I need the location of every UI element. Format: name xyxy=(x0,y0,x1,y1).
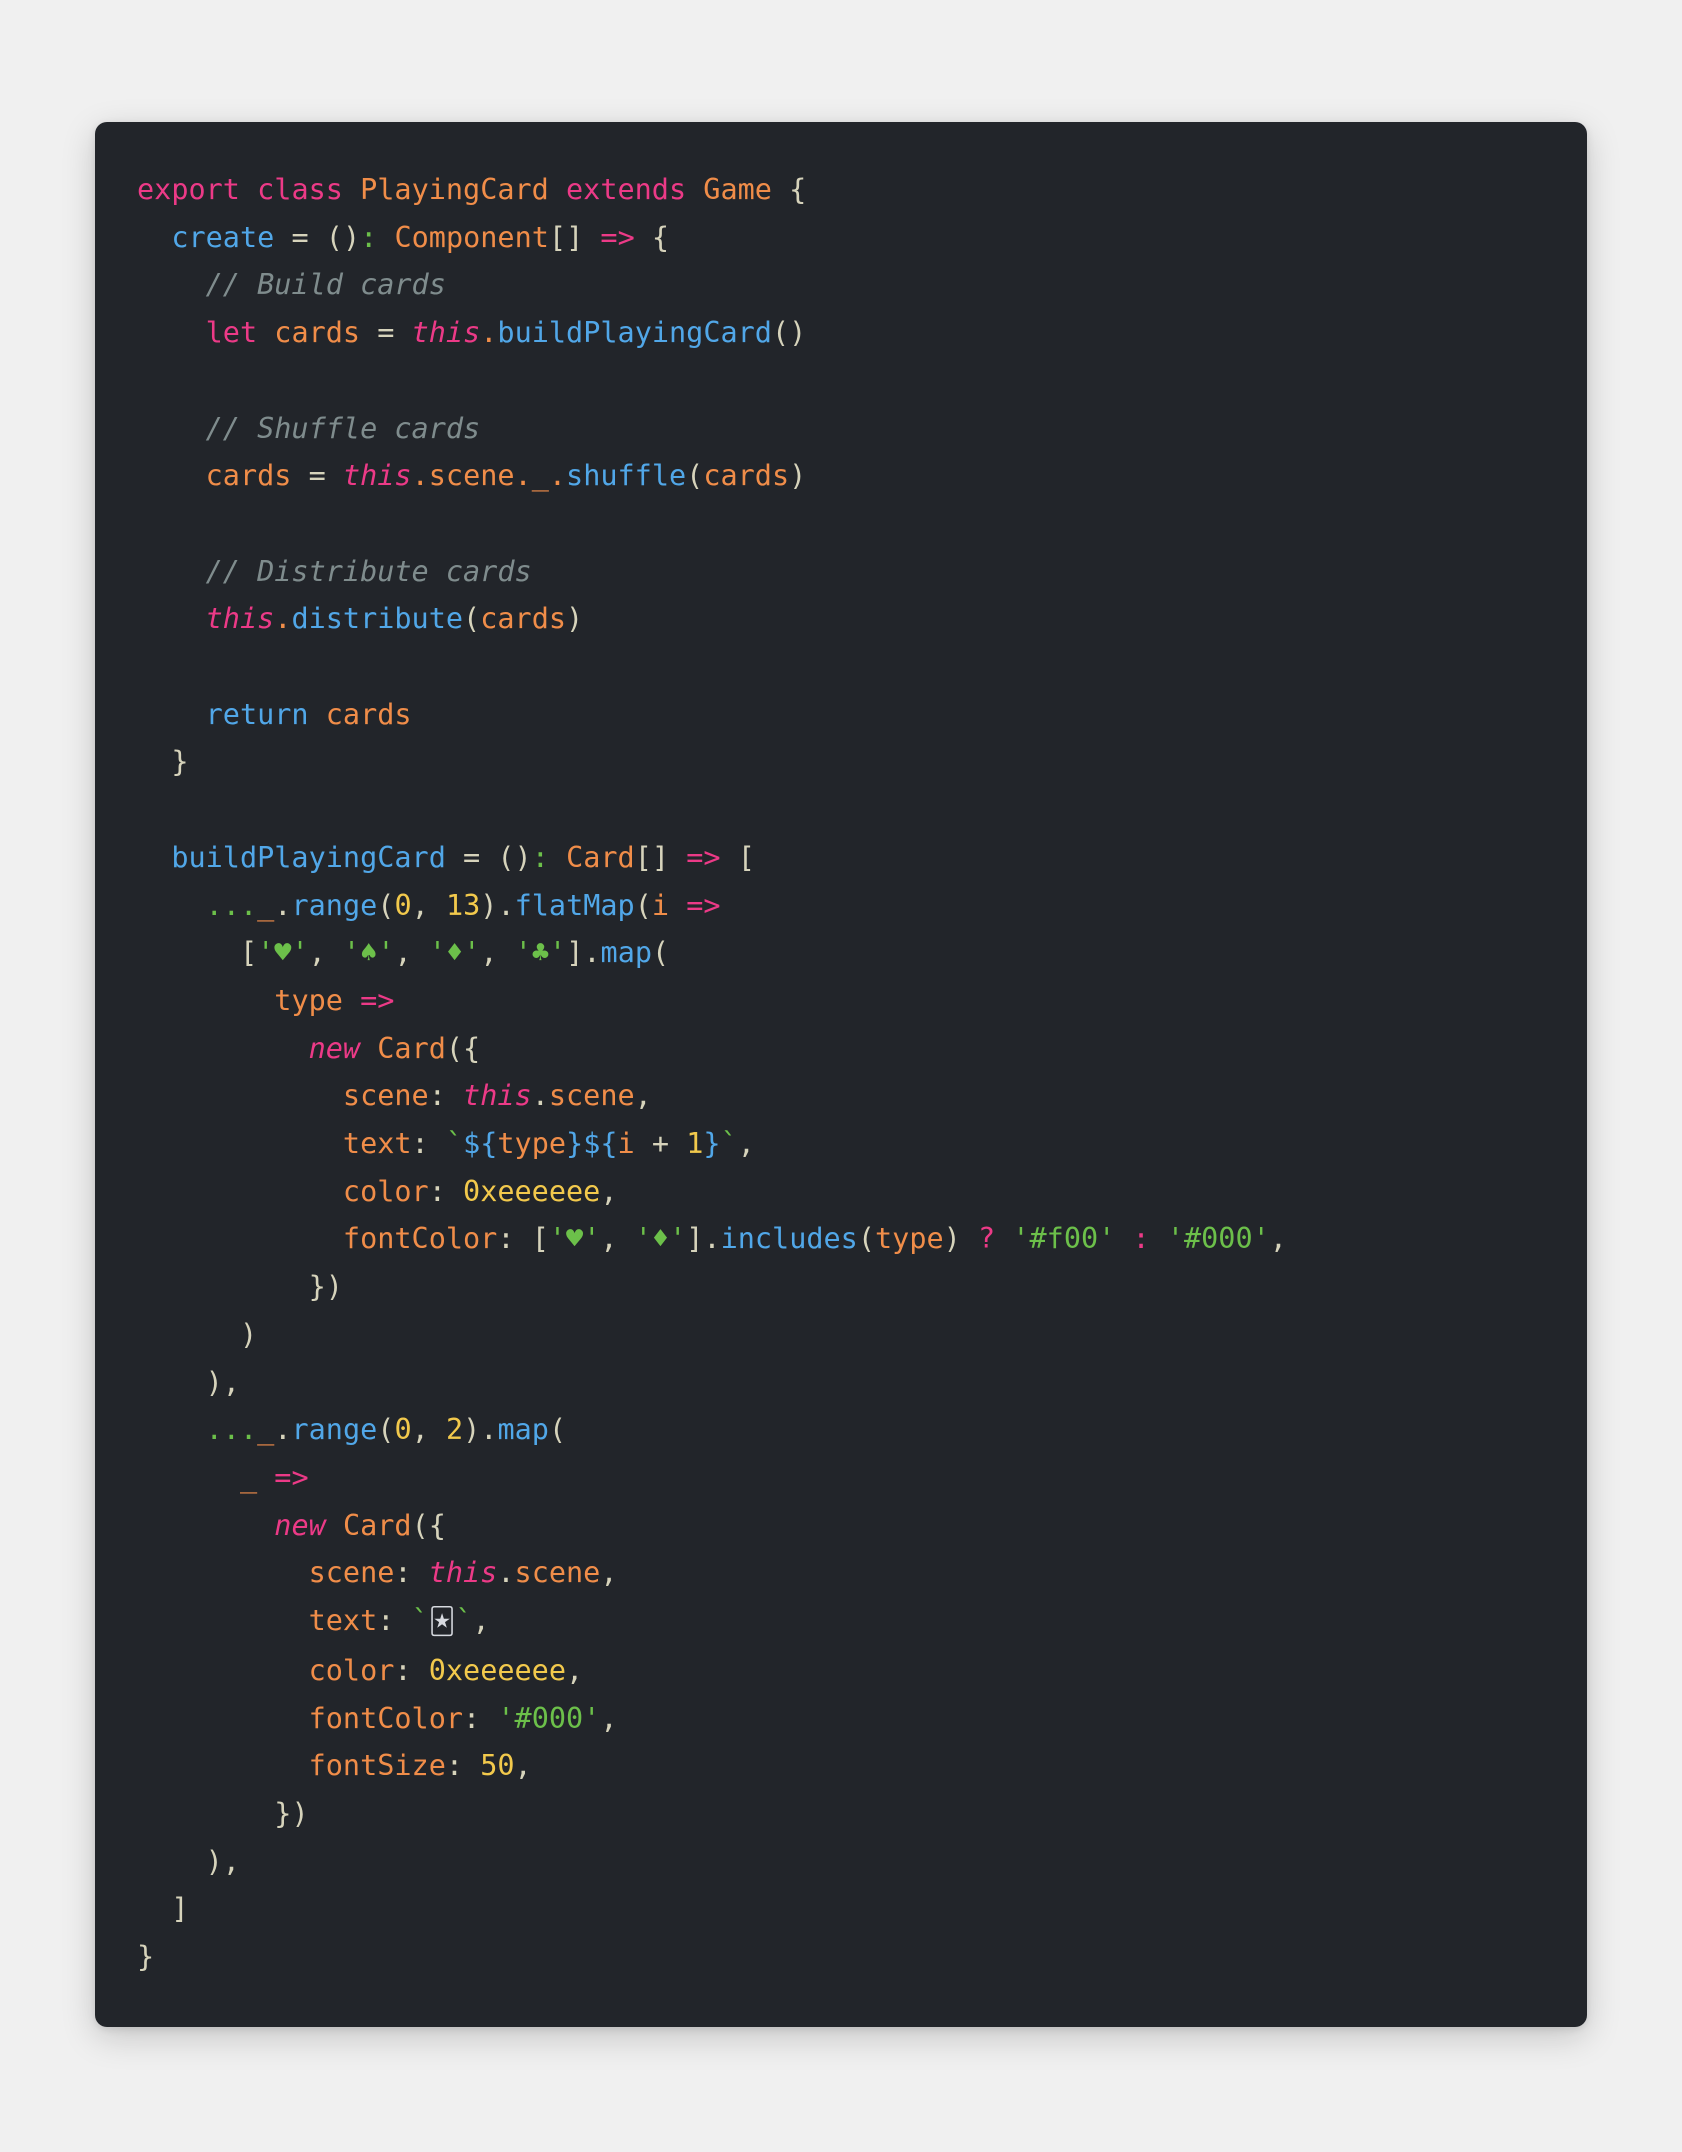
code-line: fontColor: '#000', xyxy=(308,1701,618,1735)
code-line: // Shuffle cards xyxy=(205,411,481,445)
code-line: } xyxy=(137,1940,155,1974)
code-line: // Distribute cards xyxy=(205,554,532,588)
code-block-card: export class PlayingCard extends Game { … xyxy=(95,122,1587,2027)
code-line: scene: this.scene, xyxy=(342,1079,652,1113)
code-line: create = (): Component[] => { xyxy=(171,220,670,254)
code-line: fontColor: ['♥', '♦'].includes(type) ? '… xyxy=(342,1222,1287,1256)
code-line: return cards xyxy=(205,697,412,731)
code-line: new Card({ xyxy=(274,1508,446,1542)
code-line: }) xyxy=(308,1270,343,1304)
code-line: this.distribute(cards) xyxy=(205,602,584,636)
joker-emoji: 🃏 xyxy=(428,1607,456,1638)
code-line: cards = this.scene._.shuffle(cards) xyxy=(205,459,807,493)
code-line: ..._.range(0, 13).flatMap(i => xyxy=(205,888,721,922)
code-line: text: `🃏`, xyxy=(308,1604,490,1638)
code-line: scene: this.scene, xyxy=(308,1556,618,1590)
code-line: } xyxy=(171,745,189,779)
code-line: buildPlayingCard = (): Card[] => [ xyxy=(171,840,755,874)
code-line: ['♥', '♠', '♦', '♣'].map( xyxy=(239,936,670,970)
code-line: ] xyxy=(171,1892,189,1926)
code-line: ), xyxy=(205,1844,240,1878)
code-content[interactable]: export class PlayingCard extends Game { … xyxy=(137,166,1545,1981)
code-line: text: `${type}${i + 1}`, xyxy=(342,1127,755,1161)
code-line: // Build cards xyxy=(205,268,446,302)
code-line: fontSize: 50, xyxy=(308,1749,532,1783)
code-line: export class PlayingCard extends Game { xyxy=(137,173,807,206)
code-line: _ => xyxy=(239,1460,309,1494)
code-line: new Card({ xyxy=(308,1031,481,1065)
code-line: }) xyxy=(274,1796,309,1830)
code-line: ) xyxy=(239,1317,258,1351)
code-line: ..._.range(0, 2).map( xyxy=(205,1413,567,1447)
code-line: ), xyxy=(205,1365,240,1399)
code-line: type => xyxy=(274,983,395,1017)
code-line: let cards = this.buildPlayingCard() xyxy=(205,316,807,350)
page-root: export class PlayingCard extends Game { … xyxy=(0,0,1682,2152)
code-line: color: 0xeeeeee, xyxy=(308,1653,584,1687)
code-line: color: 0xeeeeee, xyxy=(342,1174,618,1208)
